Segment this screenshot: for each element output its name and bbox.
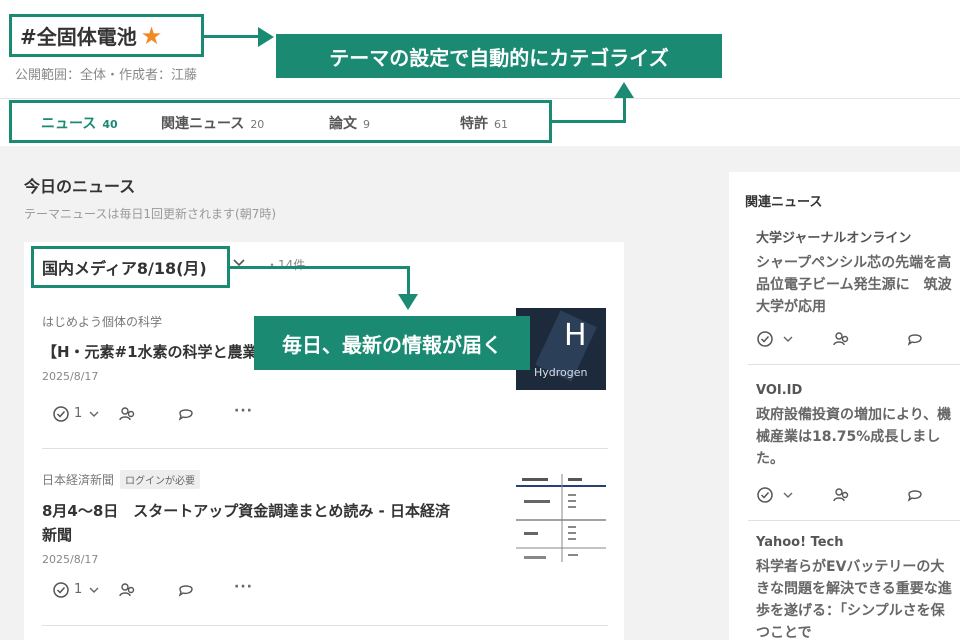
check-icon[interactable]: [52, 405, 70, 427]
callout-arrow-line: [204, 35, 260, 38]
comment-icon[interactable]: [906, 486, 924, 508]
tab-count: 61: [494, 118, 508, 131]
news-text[interactable]: シャープペンシル芯の先端を高品位電子ビーム発生源に 筑波大学が応用: [756, 252, 952, 318]
more-icon[interactable]: ···: [234, 579, 253, 595]
news-source: 大学ジャーナルオンライン: [756, 231, 912, 246]
list-item[interactable]: 大学ジャーナルオンライン シャープペンシル芯の先端を高品位電子ビーム発生源に 筑…: [756, 227, 952, 318]
check-count: 1: [74, 406, 83, 421]
article-source: 日本経済新聞: [42, 473, 115, 487]
share-users-icon[interactable]: [832, 486, 850, 508]
news-actions: [756, 486, 952, 506]
chevron-down-icon[interactable]: [88, 407, 100, 423]
check-icon[interactable]: [756, 486, 774, 508]
theme-title-highlight: #全固体電池 ★: [9, 14, 204, 57]
theme-meta: 公開範囲：全体・作成者：江藤: [15, 68, 198, 83]
auto-categorize-callout: テーマの設定で自動的にカテゴライズ: [276, 34, 722, 78]
section-title: 今日のニュース: [24, 177, 136, 196]
share-users-icon[interactable]: [832, 330, 850, 352]
arrow-up-icon: [614, 82, 634, 98]
share-users-icon[interactable]: [118, 581, 136, 603]
tab-count: 40: [102, 118, 118, 131]
comment-icon[interactable]: [177, 581, 195, 603]
chevron-down-icon[interactable]: [782, 488, 794, 504]
media-group-label[interactable]: 国内メディア8/18(月): [31, 246, 230, 288]
more-icon[interactable]: ···: [234, 403, 253, 419]
tab-patents[interactable]: 特許 61: [460, 113, 508, 133]
news-divider: [748, 364, 960, 365]
share-users-icon[interactable]: [118, 405, 136, 427]
tab-bar: ニュース 40 関連ニュース 20 論文 9 特許 61: [9, 100, 552, 143]
callout-arrow-line: [230, 266, 410, 269]
media-count: ・14件: [266, 258, 306, 272]
tab-news[interactable]: ニュース 40: [41, 113, 118, 133]
callout-arrow-line: [407, 266, 410, 296]
chevron-down-icon[interactable]: [88, 583, 100, 599]
chevron-down-icon[interactable]: [232, 256, 246, 272]
header-divider: [0, 98, 960, 99]
article-actions: 1 ···: [52, 579, 282, 603]
callout-arrow-line: [552, 120, 626, 123]
article-title[interactable]: 【H・元素#1水素の科学と農業】: [42, 340, 262, 364]
tab-count: 20: [250, 118, 265, 131]
article-title[interactable]: 8月4〜8日 スタートアップ資金調達まとめ読み - 日本経済新聞: [42, 499, 452, 547]
chevron-down-icon[interactable]: [782, 332, 794, 348]
comment-icon[interactable]: [177, 405, 195, 427]
news-divider: [748, 520, 960, 521]
theme-title: #全固体電池: [20, 25, 137, 49]
thumbnail-letter: H: [564, 318, 587, 353]
news-source: Yahoo! Tech: [756, 535, 844, 550]
news-actions: [756, 330, 952, 350]
arrow-down-icon: [398, 294, 418, 310]
login-required-badge: ログインが必要: [120, 470, 201, 489]
tab-papers[interactable]: 論文 9: [329, 113, 370, 133]
related-news-title: 関連ニュース: [745, 195, 823, 210]
callout-arrow-line: [623, 96, 626, 123]
article-thumbnail[interactable]: [516, 474, 606, 562]
news-source: VOI.ID: [756, 383, 803, 398]
star-icon[interactable]: ★: [141, 22, 163, 50]
check-count: 1: [74, 582, 83, 597]
daily-delivery-callout: 毎日、最新の情報が届く: [254, 316, 530, 370]
tab-count: 9: [363, 118, 370, 131]
check-icon[interactable]: [756, 330, 774, 352]
check-icon[interactable]: [52, 581, 70, 603]
article-actions: 1 ···: [52, 403, 282, 427]
section-subtitle: テーマニュースは毎日1回更新されます(朝7時): [24, 207, 277, 221]
article-divider: [42, 625, 608, 626]
thumbnail-caption: Hydrogen: [534, 366, 588, 379]
comment-icon[interactable]: [906, 330, 924, 352]
list-item[interactable]: Yahoo! Tech 科学者らがEVバッテリーの大きな問題を解決できる重要な進…: [756, 535, 952, 640]
tab-related-news[interactable]: 関連ニュース 20: [161, 113, 264, 133]
list-item[interactable]: VOI.ID 政府設備投資の増加により、機械産業は18.75%成長しました。: [756, 383, 952, 470]
arrow-right-icon: [258, 27, 274, 47]
news-text[interactable]: 科学者らがEVバッテリーの大きな問題を解決できる重要な進歩を遂げる：「シンプルさ…: [756, 556, 952, 640]
news-text[interactable]: 政府設備投資の増加により、機械産業は18.75%成長しました。: [756, 404, 952, 470]
article-divider: [42, 448, 608, 449]
